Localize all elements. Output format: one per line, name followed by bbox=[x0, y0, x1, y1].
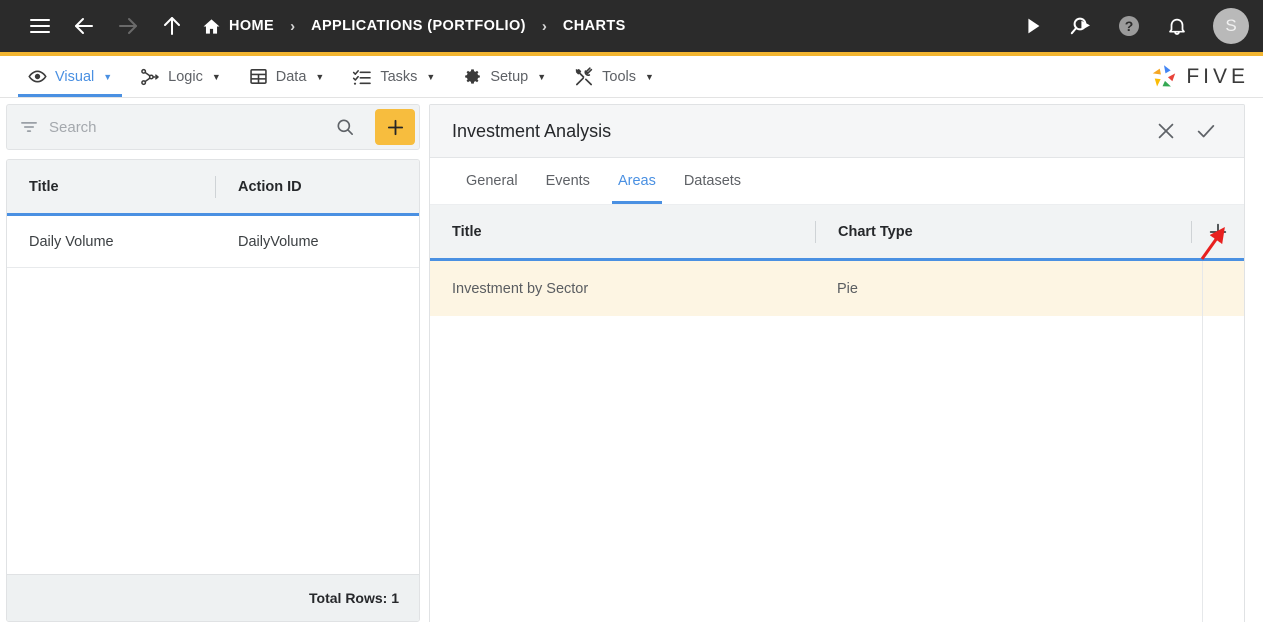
menu-label-visual: Visual bbox=[55, 68, 95, 85]
nav-icon-group bbox=[18, 4, 194, 48]
menu-item-setup[interactable]: Setup ▼ bbox=[449, 56, 560, 97]
page-title: Investment Analysis bbox=[452, 120, 612, 141]
breadcrumb-item-home[interactable]: HOME bbox=[202, 17, 274, 36]
eye-icon bbox=[28, 67, 47, 86]
table-row[interactable]: Daily Volume DailyVolume bbox=[7, 216, 419, 268]
search-icon[interactable] bbox=[327, 117, 363, 137]
filter-icon[interactable] bbox=[19, 117, 39, 137]
help-circle-icon[interactable]: ? bbox=[1107, 4, 1151, 48]
tab-datasets[interactable]: Datasets bbox=[670, 158, 755, 204]
home-icon bbox=[202, 17, 221, 36]
tab-events[interactable]: Events bbox=[532, 158, 604, 204]
arrow-back-icon[interactable] bbox=[62, 4, 106, 48]
cell-title: Daily Volume bbox=[29, 233, 114, 250]
table-grid-icon bbox=[249, 67, 268, 86]
add-record-button[interactable] bbox=[375, 109, 415, 145]
chevron-down-icon: ▼ bbox=[103, 71, 113, 82]
detail-panel-header: Investment Analysis bbox=[430, 105, 1244, 158]
svg-text:?: ? bbox=[1125, 18, 1134, 34]
arrow-forward-icon bbox=[106, 4, 150, 48]
menu-item-tasks[interactable]: Tasks ▼ bbox=[338, 56, 449, 97]
breadcrumb-item-charts[interactable]: CHARTS bbox=[563, 18, 626, 34]
menu-label-setup: Setup bbox=[490, 68, 529, 85]
brand-logo: FIVE bbox=[1149, 56, 1263, 97]
chevron-down-icon: ▼ bbox=[537, 71, 547, 82]
avatar-initial: S bbox=[1225, 16, 1237, 35]
cell-chart-type: Pie bbox=[837, 280, 858, 297]
node-graph-icon bbox=[140, 67, 160, 87]
workspace: Title Action ID Daily Volume DailyVolume… bbox=[0, 98, 1263, 622]
table-row[interactable]: Investment by Sector Pie bbox=[430, 261, 1244, 316]
avatar[interactable]: S bbox=[1213, 8, 1249, 44]
add-area-row-button[interactable] bbox=[1192, 221, 1244, 243]
menu-label-data: Data bbox=[275, 68, 307, 85]
breadcrumb: HOME › APPLICATIONS (PORTFOLIO) › CHARTS bbox=[202, 17, 626, 36]
checklist-icon bbox=[352, 67, 372, 87]
top-navigation-bar: HOME › APPLICATIONS (PORTFOLIO) › CHARTS bbox=[0, 0, 1263, 52]
areas-grid-header: Title Chart Type bbox=[430, 205, 1244, 261]
application-window: HOME › APPLICATIONS (PORTFOLIO) › CHARTS bbox=[0, 0, 1263, 622]
menu-item-logic[interactable]: Logic ▼ bbox=[126, 56, 235, 97]
play-icon[interactable] bbox=[1011, 4, 1055, 48]
plus-icon bbox=[1207, 221, 1229, 243]
plus-icon bbox=[385, 117, 406, 138]
breadcrumb-item-applications[interactable]: APPLICATIONS (PORTFOLIO) bbox=[311, 18, 526, 34]
menu-item-data[interactable]: Data ▼ bbox=[235, 56, 339, 97]
check-icon[interactable] bbox=[1186, 111, 1226, 151]
column-header-title[interactable]: Title bbox=[430, 205, 815, 258]
chevron-down-icon: ▼ bbox=[426, 71, 436, 82]
column-header-action-id[interactable]: Action ID bbox=[216, 160, 419, 213]
breadcrumb-separator-2: › bbox=[541, 17, 547, 35]
five-pinwheel-logo bbox=[1149, 63, 1179, 91]
menubar-spacer bbox=[668, 56, 1149, 97]
tab-areas[interactable]: Areas bbox=[604, 158, 670, 204]
menu-item-visual[interactable]: Visual ▼ bbox=[14, 56, 126, 97]
bell-icon[interactable] bbox=[1155, 4, 1199, 48]
breadcrumb-label-applications: APPLICATIONS (PORTFOLIO) bbox=[311, 18, 526, 34]
breadcrumb-separator-1: › bbox=[290, 17, 296, 35]
breadcrumb-label-home: HOME bbox=[229, 18, 275, 34]
search-play-icon[interactable] bbox=[1059, 4, 1103, 48]
areas-grid-body: Investment by Sector Pie bbox=[430, 261, 1244, 622]
right-detail-panel: Investment Analysis General Events Areas bbox=[429, 104, 1245, 622]
module-menu-bar: Visual ▼ Logic ▼ Data ▼ Tasks ▼ Setup ▼ … bbox=[0, 56, 1263, 98]
column-header-title[interactable]: Title bbox=[7, 160, 215, 213]
cell-title: Investment by Sector bbox=[452, 280, 589, 297]
hamburger-menu-icon[interactable] bbox=[18, 4, 62, 48]
chevron-down-icon: ▼ bbox=[645, 71, 654, 82]
areas-grid: Title Chart Type Investment by Sector Pi… bbox=[430, 205, 1244, 622]
charts-grid-body: Daily Volume DailyVolume bbox=[7, 216, 419, 574]
charts-grid: Title Action ID Daily Volume DailyVolume… bbox=[6, 159, 420, 622]
menu-label-tools: Tools bbox=[602, 68, 636, 85]
cell-action-id: DailyVolume bbox=[238, 233, 319, 250]
gear-icon bbox=[463, 67, 482, 86]
grid-footer: Total Rows: 1 bbox=[7, 574, 419, 621]
menu-label-logic: Logic bbox=[168, 68, 203, 85]
breadcrumb-label-charts: CHARTS bbox=[562, 18, 626, 34]
search-bar bbox=[6, 104, 420, 150]
tab-general[interactable]: General bbox=[452, 158, 532, 204]
detail-tabs: General Events Areas Datasets bbox=[430, 158, 1244, 205]
total-rows-label: Total Rows: 1 bbox=[309, 590, 399, 606]
search-input[interactable] bbox=[49, 118, 317, 136]
column-grid-line bbox=[1202, 261, 1203, 622]
menu-label-tasks: Tasks bbox=[380, 68, 418, 85]
chevron-down-icon: ▼ bbox=[315, 71, 325, 82]
brand-text: FIVE bbox=[1186, 64, 1249, 88]
tools-icon bbox=[574, 66, 594, 87]
topbar-action-group: ? S bbox=[1011, 4, 1249, 48]
charts-grid-header: Title Action ID bbox=[7, 160, 419, 216]
left-panel: Title Action ID Daily Volume DailyVolume… bbox=[6, 104, 420, 622]
arrow-up-icon[interactable] bbox=[150, 4, 194, 48]
close-icon[interactable] bbox=[1146, 111, 1186, 151]
menu-item-tools[interactable]: Tools ▼ bbox=[560, 56, 668, 97]
column-header-chart-type[interactable]: Chart Type bbox=[816, 205, 1191, 258]
chevron-down-icon: ▼ bbox=[211, 71, 221, 82]
